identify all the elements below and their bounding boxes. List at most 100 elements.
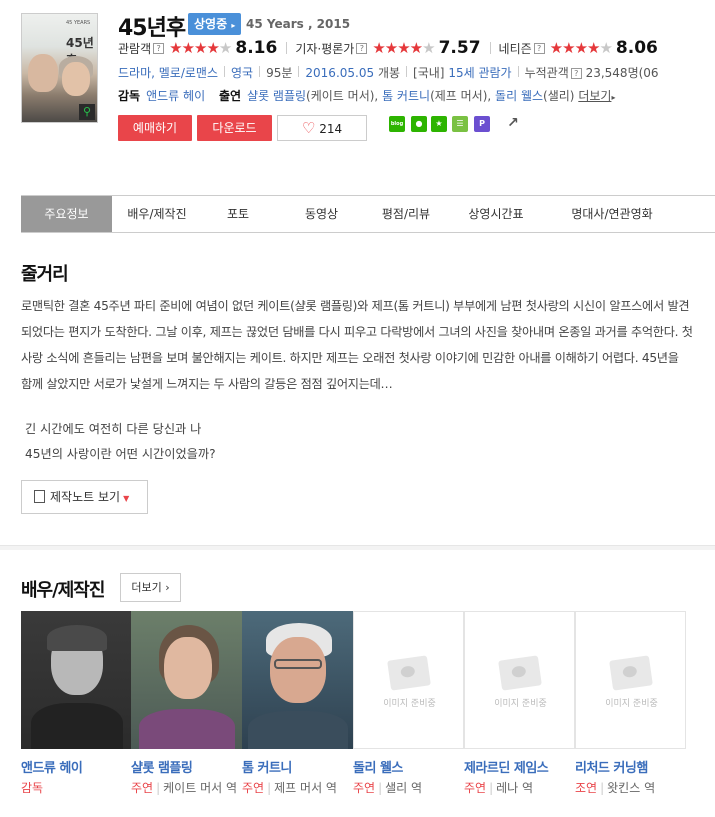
- person-position: 감독: [21, 781, 44, 795]
- cast-more-button[interactable]: 더보기 ›: [120, 573, 181, 602]
- help-icon[interactable]: ?: [533, 42, 545, 54]
- release-suffix: 개봉: [377, 66, 401, 80]
- person-photo-placeholder[interactable]: 이미지 준비중: [353, 611, 464, 749]
- person-position: 주연: [242, 781, 265, 795]
- movie-info: 드라마, 멜로/로맨스 영국 95분 2016.05.05 개봉 [국내] 15세 관람…: [118, 64, 659, 81]
- divider: |: [600, 781, 605, 795]
- release-date-link[interactable]: 2016.05.05: [305, 66, 374, 80]
- person-position: 조연: [575, 781, 598, 795]
- runtime: 95분: [266, 66, 293, 80]
- help-icon[interactable]: ?: [153, 42, 165, 54]
- heart-icon: ♡: [301, 119, 316, 137]
- person-position: 주연: [353, 781, 376, 795]
- rating-stars-audience: ★★★★★: [169, 39, 232, 57]
- tab-showtimes[interactable]: 상영시간표: [443, 196, 549, 232]
- person-name[interactable]: 앤드류 헤이: [21, 757, 132, 776]
- poster-figure-woman: [62, 62, 90, 96]
- tab-bar: 주요정보 배우/제작진 포토 동영상 평점/리뷰 상영시간표 명대사/연관영화: [21, 195, 715, 233]
- cast-more-label: 더보기: [131, 581, 162, 594]
- image-placeholder-icon: [498, 655, 542, 691]
- person-photo-placeholder[interactable]: 이미지 준비중: [575, 611, 686, 749]
- image-placeholder-icon: [609, 655, 653, 691]
- cast-link-1[interactable]: 샬롯 램플링: [247, 89, 306, 103]
- tab-reviews[interactable]: 평점/리뷰: [369, 196, 443, 232]
- tagline-1: 긴 시간에도 여전히 다른 당신과 나: [25, 422, 202, 436]
- audience-count: 23,548명(06: [585, 66, 659, 80]
- download-button[interactable]: 다운로드: [197, 115, 272, 141]
- person-role: 주연 | 샐리 역: [353, 779, 464, 798]
- production-note-button[interactable]: 제작노트 보기 ▼: [21, 480, 148, 514]
- person-character: 샐리 역: [385, 781, 423, 795]
- genre-link[interactable]: 드라마, 멜로/로맨스: [118, 66, 218, 80]
- rating-score-audience: 8.16: [235, 38, 278, 58]
- person-role: 주연 | 케이트 머서 역: [131, 779, 242, 798]
- reserve-button[interactable]: 예매하기: [118, 115, 192, 141]
- cast-section-heading: 배우/제작진: [21, 580, 105, 601]
- ratings-row: 관람객? ★★★★★ 8.16 기자·평론가? ★★★★★ 7.57 네티즌? …: [118, 38, 658, 58]
- tab-photo[interactable]: 포토: [202, 196, 274, 232]
- person-photo[interactable]: [242, 611, 353, 749]
- placeholder-text: 이미지 준비중: [494, 699, 547, 709]
- cast-label: 출연: [218, 89, 242, 103]
- age-rating-link[interactable]: 15세 관람가: [448, 66, 511, 80]
- divider: |: [156, 781, 161, 795]
- person-role: 주연 | 레나 역: [464, 779, 575, 798]
- help-icon[interactable]: ?: [570, 68, 582, 79]
- like-button[interactable]: ♡ 214: [277, 115, 367, 141]
- country-link[interactable]: 영국: [231, 66, 253, 80]
- divider: [286, 42, 288, 54]
- cast-role-2: (제프 머서),: [430, 89, 492, 103]
- tagline-2: 45년의 사랑이란 어떤 시간이었을까?: [25, 447, 216, 461]
- band-share-icon[interactable]: ●: [411, 116, 427, 132]
- cast-card[interactable]: 앤드류 헤이 감독: [21, 611, 132, 798]
- person-photo-placeholder[interactable]: 이미지 준비중: [464, 611, 575, 749]
- poster-title: 45 YEARS: [66, 20, 91, 26]
- cast-card[interactable]: 이미지 준비중 제라르딘 제임스 주연 | 레나 역: [464, 611, 575, 798]
- list-share-icon[interactable]: ☰: [452, 116, 468, 132]
- english-title: 45 Years , 2015: [246, 17, 351, 31]
- synopsis-text: 로맨틱한 결혼 45주년 파티 준비에 여념이 없던 케이트(샬롯 램플링)와 …: [21, 299, 693, 391]
- cast-role-1: (케이트 머서),: [306, 89, 379, 103]
- cast-card[interactable]: 이미지 준비중 돌리 웰스 주연 | 샐리 역: [353, 611, 464, 798]
- person-name[interactable]: 제라르딘 제임스: [464, 757, 575, 776]
- cast-role-3: (샐리): [543, 89, 575, 103]
- crew-info: 감독 앤드류 헤이 출연 샬롯 램플링(케이트 머서), 톰 커트니(제프 머서),…: [118, 87, 615, 104]
- cast-card[interactable]: 샬롯 램플링 주연 | 케이트 머서 역: [131, 611, 242, 798]
- tab-cast-crew[interactable]: 배우/제작진: [112, 196, 202, 232]
- divider: [298, 66, 300, 77]
- crew-more-link[interactable]: 더보기: [578, 89, 611, 103]
- tab-video[interactable]: 동영상: [274, 196, 369, 232]
- chevron-right-icon: ▸: [231, 21, 236, 30]
- status-badge[interactable]: 상영중 ▸: [188, 13, 242, 35]
- person-photo[interactable]: [131, 611, 242, 749]
- cast-card[interactable]: 이미지 준비중 리처드 커닝햄 조연 | 왓킨스 역: [575, 611, 686, 798]
- divider: [489, 42, 491, 54]
- person-name[interactable]: 톰 커트니: [242, 757, 353, 776]
- person-name[interactable]: 리처드 커닝햄: [575, 757, 686, 776]
- help-icon[interactable]: ?: [356, 42, 368, 54]
- cast-link-2[interactable]: 톰 커트니: [382, 89, 430, 103]
- caret-down-icon: ▼: [123, 494, 130, 503]
- star-share-icon[interactable]: ★: [431, 116, 447, 132]
- person-name[interactable]: 돌리 웰스: [353, 757, 464, 776]
- tab-main-info[interactable]: 주요정보: [21, 196, 112, 232]
- chevron-right-icon: ▸: [611, 93, 616, 102]
- cast-link-3[interactable]: 돌리 웰스: [495, 89, 543, 103]
- person-position: 주연: [464, 781, 487, 795]
- section-divider: [0, 545, 715, 550]
- external-share-icon[interactable]: ↗: [505, 116, 521, 132]
- rating-label-audience: 관람객: [118, 41, 152, 56]
- cast-card[interactable]: 톰 커트니 주연 | 제프 머서 역: [242, 611, 353, 798]
- rating-score-critics: 7.57: [438, 38, 481, 58]
- post-share-icon[interactable]: P: [474, 116, 490, 132]
- tab-quotes-related[interactable]: 명대사/연관영화: [549, 196, 675, 232]
- person-photo[interactable]: [21, 611, 132, 749]
- audience-label: 누적관객: [524, 66, 569, 80]
- person-name[interactable]: 샬롯 램플링: [131, 757, 242, 776]
- person-role: 주연 | 제프 머서 역: [242, 779, 353, 798]
- blog-share-icon[interactable]: blog: [389, 116, 405, 132]
- movie-poster[interactable]: 45 YEARS 45년후 ⚲: [21, 13, 98, 123]
- zoom-icon[interactable]: ⚲: [79, 104, 95, 120]
- divider: |: [267, 781, 272, 795]
- director-link[interactable]: 앤드류 헤이: [146, 89, 205, 103]
